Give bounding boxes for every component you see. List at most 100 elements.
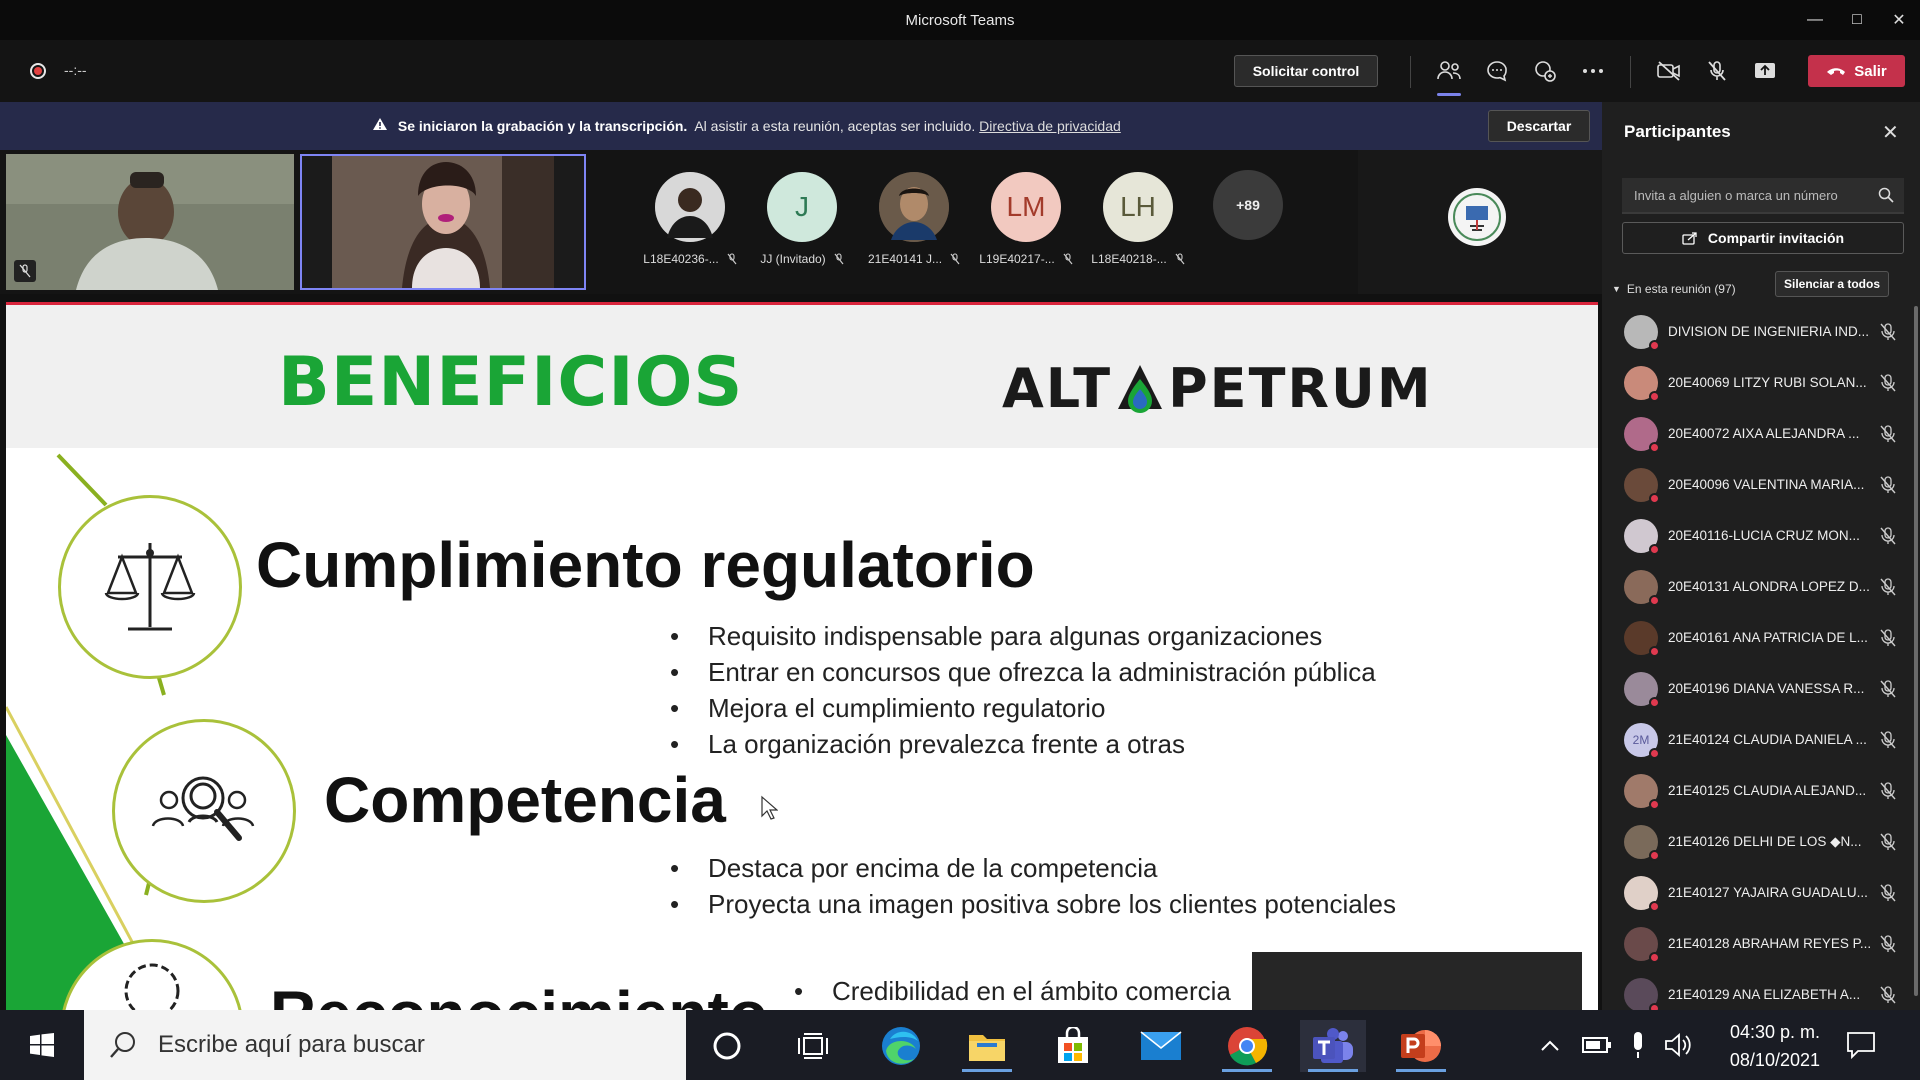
overflow-count: +89 xyxy=(1213,170,1283,240)
muted-mic-icon[interactable] xyxy=(1880,425,1896,443)
avatar xyxy=(1624,926,1660,963)
avatar xyxy=(1624,977,1660,1014)
close-panel-icon[interactable]: ✕ xyxy=(1882,120,1899,145)
cortana-icon[interactable] xyxy=(694,1020,760,1072)
battery-icon[interactable] xyxy=(1582,1036,1612,1054)
participant-row[interactable]: 21E40127 YAJAIRA GUADALU... xyxy=(1602,867,1920,918)
clock-time: 04:30 p. m. xyxy=(1729,1022,1820,1042)
muted-mic-icon[interactable] xyxy=(1880,884,1896,902)
store-icon[interactable] xyxy=(1040,1020,1106,1072)
chevron-up-icon[interactable] xyxy=(1540,1038,1560,1052)
participant-row[interactable]: 21E40125 CLAUDIA ALEJAND... xyxy=(1602,765,1920,816)
mute-all-button[interactable]: Silenciar a todos xyxy=(1775,271,1889,297)
chrome-icon[interactable] xyxy=(1214,1020,1280,1072)
participant-row[interactable]: 20E40096 VALENTINA MARIA... xyxy=(1602,459,1920,510)
reactions-icon[interactable] xyxy=(1530,56,1560,86)
overflow-participants[interactable]: +89 xyxy=(1198,170,1298,240)
taskbar-search[interactable]: Escribe aquí para buscar xyxy=(84,1010,686,1080)
muted-mic-icon[interactable] xyxy=(1880,527,1896,545)
muted-mic-icon[interactable] xyxy=(1880,935,1896,953)
shared-content-thumbnail[interactable] xyxy=(1358,150,1602,294)
taskbar-clock[interactable]: 04:30 p. m. 08/10/2021 xyxy=(1700,1018,1820,1074)
taskbar-search-placeholder: Escribe aquí para buscar xyxy=(158,1031,425,1058)
close-window-icon[interactable]: ✕ xyxy=(1878,0,1920,40)
volume-icon[interactable] xyxy=(1664,1032,1694,1058)
section-circle xyxy=(112,719,296,903)
muted-mic-icon[interactable] xyxy=(1880,680,1896,698)
presence-indicator xyxy=(1649,747,1660,759)
video-tile[interactable] xyxy=(6,154,294,290)
participant-tile[interactable]: J JJ (Invitado) xyxy=(752,172,852,266)
mouse-cursor-icon xyxy=(761,795,778,820)
dismiss-button[interactable]: Descartar xyxy=(1488,110,1590,142)
active-speaker-tile[interactable] xyxy=(300,154,586,290)
chat-icon[interactable] xyxy=(1482,56,1512,86)
participant-tile[interactable]: L18E40236-... xyxy=(640,172,740,266)
participant-tile[interactable]: LH L18E40218-... xyxy=(1088,172,1188,266)
share-tray-icon[interactable] xyxy=(1750,56,1780,86)
bullet-item: Requisito indispensable para algunas org… xyxy=(670,618,1376,654)
task-view-icon[interactable] xyxy=(780,1020,846,1072)
flame-drop-icon xyxy=(1118,364,1163,413)
in-meeting-section-toggle[interactable]: ▼ En esta reunión (97) xyxy=(1612,282,1736,296)
windows-start-icon[interactable] xyxy=(0,1010,84,1080)
muted-mic-icon[interactable] xyxy=(1880,374,1896,392)
participant-tile[interactable]: 21E40141 J... xyxy=(864,172,964,266)
privacy-link[interactable]: Directiva de privacidad xyxy=(979,118,1121,134)
camera-off-icon[interactable] xyxy=(1654,56,1684,86)
muted-mic-icon[interactable] xyxy=(1880,986,1896,1004)
windows-taskbar: Escribe aquí para buscar 04:30 p. m. 08/… xyxy=(0,1010,1920,1080)
muted-mic-icon xyxy=(834,253,844,265)
muted-mic-icon[interactable] xyxy=(1880,578,1896,596)
title-bar: Microsoft Teams — □ ✕ xyxy=(0,0,1920,40)
participant-row[interactable]: 20E40072 AIXA ALEJANDRA ... xyxy=(1602,408,1920,459)
invite-input[interactable]: Invita a alguien o marca un número xyxy=(1622,178,1904,214)
muted-mic-icon xyxy=(1063,253,1073,265)
muted-mic-icon[interactable] xyxy=(1880,833,1896,851)
muted-mic-icon[interactable] xyxy=(1880,629,1896,647)
participant-row[interactable]: 21E40126 DELHI DE LOS ◆N... xyxy=(1602,816,1920,867)
warning-icon xyxy=(372,117,388,134)
altpetrum-logo: ALT PETRUM xyxy=(1002,357,1433,420)
presence-indicator xyxy=(1649,645,1660,657)
search-icon[interactable] xyxy=(1878,187,1894,203)
participant-row[interactable]: 20E40116-LUCIA CRUZ MON... xyxy=(1602,510,1920,561)
teams-icon[interactable] xyxy=(1300,1020,1366,1072)
participant-name: 21E40128 ABRAHAM REYES P... xyxy=(1668,936,1872,951)
participant-row[interactable]: DIVISION DE INGENIERIA IND... xyxy=(1602,306,1920,357)
request-control-button[interactable]: Solicitar control xyxy=(1234,55,1378,87)
muted-mic-icon xyxy=(727,253,737,265)
minimize-icon[interactable]: — xyxy=(1794,0,1836,40)
muted-mic-icon[interactable] xyxy=(1880,323,1896,341)
participant-row[interactable]: 20E40196 DIANA VANESSA R... xyxy=(1602,663,1920,714)
file-explorer-icon[interactable] xyxy=(954,1020,1020,1072)
notifications-icon[interactable] xyxy=(1846,1030,1876,1065)
participant-name: 21E40141 J... xyxy=(867,252,943,266)
more-icon[interactable] xyxy=(1578,56,1608,86)
microphone-icon[interactable] xyxy=(1630,1030,1646,1060)
participant-tile[interactable]: LM L19E40217-... xyxy=(976,172,1076,266)
participant-row[interactable]: 20E40131 ALONDRA LOPEZ D... xyxy=(1602,561,1920,612)
recording-icon xyxy=(30,63,46,79)
maximize-icon[interactable]: □ xyxy=(1836,0,1878,40)
window-controls: — □ ✕ xyxy=(1794,0,1920,40)
people-icon[interactable] xyxy=(1434,56,1464,96)
participant-row[interactable]: 21E40128 ABRAHAM REYES P... xyxy=(1602,918,1920,969)
avatar xyxy=(1624,824,1660,861)
presence-indicator xyxy=(1649,951,1660,963)
mail-icon[interactable] xyxy=(1128,1020,1194,1072)
participant-row[interactable]: 20E40069 LITZY RUBI SOLAN... xyxy=(1602,357,1920,408)
muted-mic-icon[interactable] xyxy=(1880,731,1896,749)
participant-row[interactable]: 20E40161 ANA PATRICIA DE L... xyxy=(1602,612,1920,663)
avatar xyxy=(1624,365,1660,402)
participant-row[interactable]: 2M 21E40124 CLAUDIA DANIELA ... xyxy=(1602,714,1920,765)
share-invite-button[interactable]: Compartir invitación xyxy=(1622,222,1904,254)
powerpoint-icon[interactable] xyxy=(1388,1020,1454,1072)
edge-icon[interactable] xyxy=(868,1020,934,1072)
muted-mic-icon[interactable] xyxy=(1880,782,1896,800)
muted-mic-icon[interactable] xyxy=(1880,476,1896,494)
panel-scrollbar[interactable] xyxy=(1914,306,1918,996)
mic-off-icon[interactable] xyxy=(1702,56,1732,86)
banner-bold-text: Se iniciaron la grabación y la transcrip… xyxy=(397,118,688,134)
leave-button[interactable]: Salir xyxy=(1808,55,1905,87)
